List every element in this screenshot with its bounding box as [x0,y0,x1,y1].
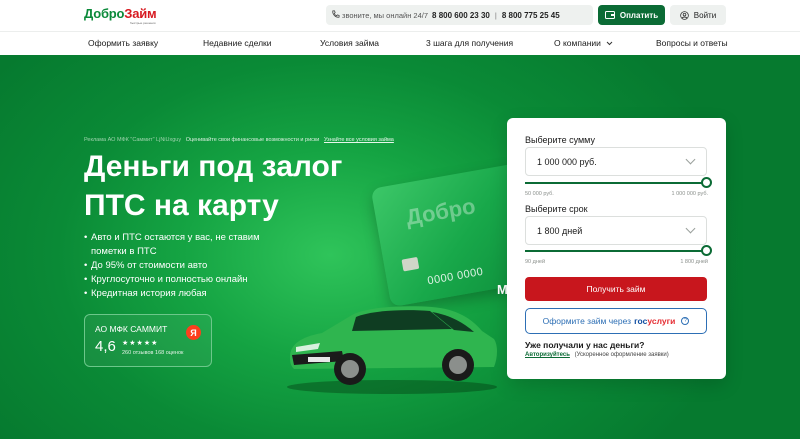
sum-min: 50 000 руб. [525,191,554,197]
nav-item-faq[interactable]: Вопросы и ответы [656,38,728,48]
hero-title: Деньги под залог ПТС на карту [84,147,342,225]
user-icon [680,10,689,20]
nav-item-recent-deals[interactable]: Недавние сделки [203,38,272,48]
car-image [287,306,497,394]
benefit-item: Круглосуточно и полностью онлайн [84,273,260,287]
hero-disclaimer: Реклама АО МФК "Саммит" LjNiUxguy Оценив… [84,137,394,143]
benefit-text: Авто и ПТС остаются у вас, не ставим [91,232,260,243]
nav-item-apply[interactable]: Оформить заявку [88,38,158,48]
gosuslugi-logo-gos: гос [634,316,648,326]
term-select[interactable]: 1 800 дней [525,216,707,245]
logo-text: ДоброЗайм [84,6,157,21]
hero-title-line-1: Деньги под залог [84,150,343,183]
logo-brand-main: Добро [84,6,125,21]
phone-bar: звоните, мы онлайн 24/7 8 800 600 23 30 … [326,5,593,25]
sum-max: 1 000 000 руб. [671,191,708,197]
pay-button-label: Оплатить [619,10,659,20]
benefit-item: До 95% от стоимости авто [84,259,260,273]
sum-select[interactable]: 1 000 000 руб. [525,147,707,176]
term-value: 1 800 дней [537,225,583,236]
benefit-text-cont: пометки в ПТС [91,246,157,257]
wallet-icon [604,11,615,19]
term-slider-handle[interactable] [700,245,712,256]
pay-button[interactable]: Оплатить [598,5,665,25]
rating-org: АО МФК САММИТ [95,324,168,334]
gosuslugi-prefix: Оформите займ через [542,316,632,326]
nav-item-three-steps[interactable]: 3 шага для получения [426,38,513,48]
term-slider-track[interactable] [525,250,708,252]
login-button[interactable]: Войти [670,5,726,25]
rating-score: 4,6 [95,338,116,355]
hero-title-line-2: ПТС на карту [84,189,279,222]
chevron-down-icon [685,223,696,234]
nav-item-loan-terms[interactable]: Условия займа [320,38,379,48]
phone-separator: | [494,10,497,20]
gosuslugi-logo-uslugi: услуги [647,316,676,326]
hero-section: Реклама АО МФК "Саммит" LjNiUxguy Оценив… [0,55,800,439]
term-max: 1 800 дней [680,259,708,265]
benefits-list: Авто и ПТС остаются у вас, не ставим поме… [84,231,260,301]
chevron-down-icon [685,154,696,165]
chevron-down-icon [606,41,613,46]
card-chip-icon [401,256,420,272]
benefit-item: Авто и ПТС остаются у вас, не ставим поме… [84,231,260,259]
sum-slider-handle[interactable] [700,177,712,188]
auth-note: (Ускоренное оформление заявки) [574,352,669,358]
rating-reviews: 260 отзывов 168 оценок [122,350,184,356]
get-loan-button[interactable]: Получить займ [525,277,707,301]
term-min: 90 дней [525,259,546,265]
main-nav: Оформить заявку Недавние сделки Условия … [0,31,800,55]
login-button-label: Войти [693,10,717,20]
sum-label: Выберите сумму [525,135,595,145]
phone-note: звоните, мы онлайн 24/7 [342,10,429,20]
site-header: ДоброЗайм быстрые решения звоните, мы он… [0,0,800,31]
rating-widget[interactable]: АО МФК САММИТ Я 4,6 ★★★★★ 260 отзывов 16… [84,314,212,367]
loan-form: Выберите сумму 1 000 000 руб. 50 000 руб… [507,118,726,379]
returning-client-label: Уже получали у нас деньги? [525,340,645,350]
gosuslugi-button[interactable]: Оформите займ через госуслуги ? [525,308,707,334]
nav-item-about[interactable]: О компании [554,38,613,48]
phone-1-link[interactable]: 8 800 600 23 30 [432,11,490,20]
card-brand: Добро [404,193,478,231]
benefit-item: Кредитная история любая [84,287,260,301]
rating-stars: ★★★★★ [122,340,159,347]
conditions-link[interactable]: Узнайте все условия займа [324,137,394,143]
sum-slider-track[interactable] [525,182,708,184]
info-icon[interactable]: ? [681,317,690,325]
yandex-icon: Я [186,325,201,340]
auth-line: Авторизуйтесь (Ускоренное оформление зая… [525,352,669,358]
auth-link[interactable]: Авторизуйтесь [525,352,570,358]
assess-note: Оценивайте свои финансовые возможности и… [185,137,320,143]
logo-brand-accent: Займ [124,6,157,21]
phone-icon [332,10,340,18]
logo-tagline: быстрые решения [130,21,156,25]
nav-item-about-label: О компании [554,38,601,48]
ad-note: Реклама АО МФК "Саммит" LjNiUxguy [84,137,182,143]
sum-value: 1 000 000 руб. [537,156,597,167]
phone-2-link[interactable]: 8 800 775 25 45 [502,11,560,20]
term-label: Выберите срок [525,204,588,214]
logo[interactable]: ДоброЗайм быстрые решения [84,6,157,26]
